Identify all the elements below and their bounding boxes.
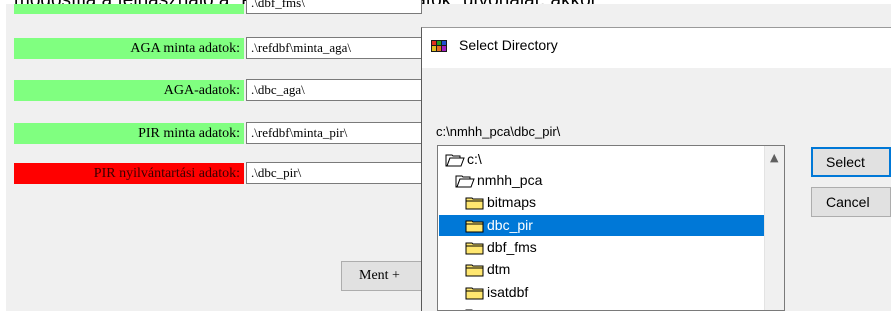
tree-item-label: dbc_pir xyxy=(487,217,533,233)
tree-item-label: bitmaps xyxy=(487,194,537,210)
tree-item-dbf-fms[interactable]: dbf_fms xyxy=(465,237,537,258)
pir-minta-field[interactable]: .\refdbf\minta_pir\ xyxy=(246,122,422,144)
tree-scrollbar[interactable]: ▲ xyxy=(764,146,784,310)
tree-item-partial[interactable] xyxy=(465,304,487,310)
tree-item-nmhh-pca[interactable]: nmhh_pca xyxy=(455,170,542,191)
cancel-button[interactable]: Cancel xyxy=(811,187,891,217)
folder-icon xyxy=(465,197,484,210)
open-folder-icon xyxy=(445,154,465,167)
tree-item-label: nmhh_pca xyxy=(477,172,543,188)
tree-item-dbc-pir[interactable]: dbc_pir xyxy=(439,215,764,236)
open-folder-icon xyxy=(455,175,475,188)
aga-minta-field[interactable]: .\refdbf\minta_aga\ xyxy=(246,37,422,59)
tree-item-label: dtm xyxy=(487,261,511,277)
select-button[interactable]: Select xyxy=(811,147,891,177)
path-field-0[interactable]: .\dbf_fms\ xyxy=(246,0,422,14)
folder-icon xyxy=(465,264,484,277)
tree-item-label: dbf_fms xyxy=(487,239,537,255)
tree-item-isatdbf[interactable]: isatdbf xyxy=(465,282,528,303)
pir-minta-label: PIR minta adatok: xyxy=(14,123,244,144)
dialog-title: Select Directory xyxy=(459,37,558,53)
pir-nyilvantartasi-label: PIR nyilvántartási adatok: xyxy=(14,163,244,184)
aga-minta-label: AGA minta adatok: xyxy=(14,38,244,59)
aga-adatok-field[interactable]: .\dbc_aga\ xyxy=(246,79,422,101)
aga-adatok-label: AGA-adatok: xyxy=(14,80,244,101)
tree-item-label: isatdbf xyxy=(487,284,529,300)
tree-item-c-drive[interactable]: c:\ xyxy=(445,149,482,170)
tree-item-bitmaps[interactable]: bitmaps xyxy=(465,192,536,213)
tree-item-dtm[interactable]: dtm xyxy=(465,259,510,280)
folder-icon xyxy=(465,242,484,255)
current-path: c:\nmhh_pca\dbc_pir\ xyxy=(436,124,561,139)
folder-icon xyxy=(465,220,484,233)
directory-tree[interactable]: c:\ nmhh_pca bitmaps dbc_pir dbf_fms dtm xyxy=(437,145,785,311)
form-label-0 xyxy=(14,4,244,14)
tree-item-label: c:\ xyxy=(467,151,482,167)
folder-icon xyxy=(465,287,484,300)
pir-nyilvantartasi-field[interactable]: .\dbc_pir\ xyxy=(246,162,422,184)
scroll-up-icon[interactable]: ▲ xyxy=(770,151,778,164)
app-icon xyxy=(431,40,447,52)
